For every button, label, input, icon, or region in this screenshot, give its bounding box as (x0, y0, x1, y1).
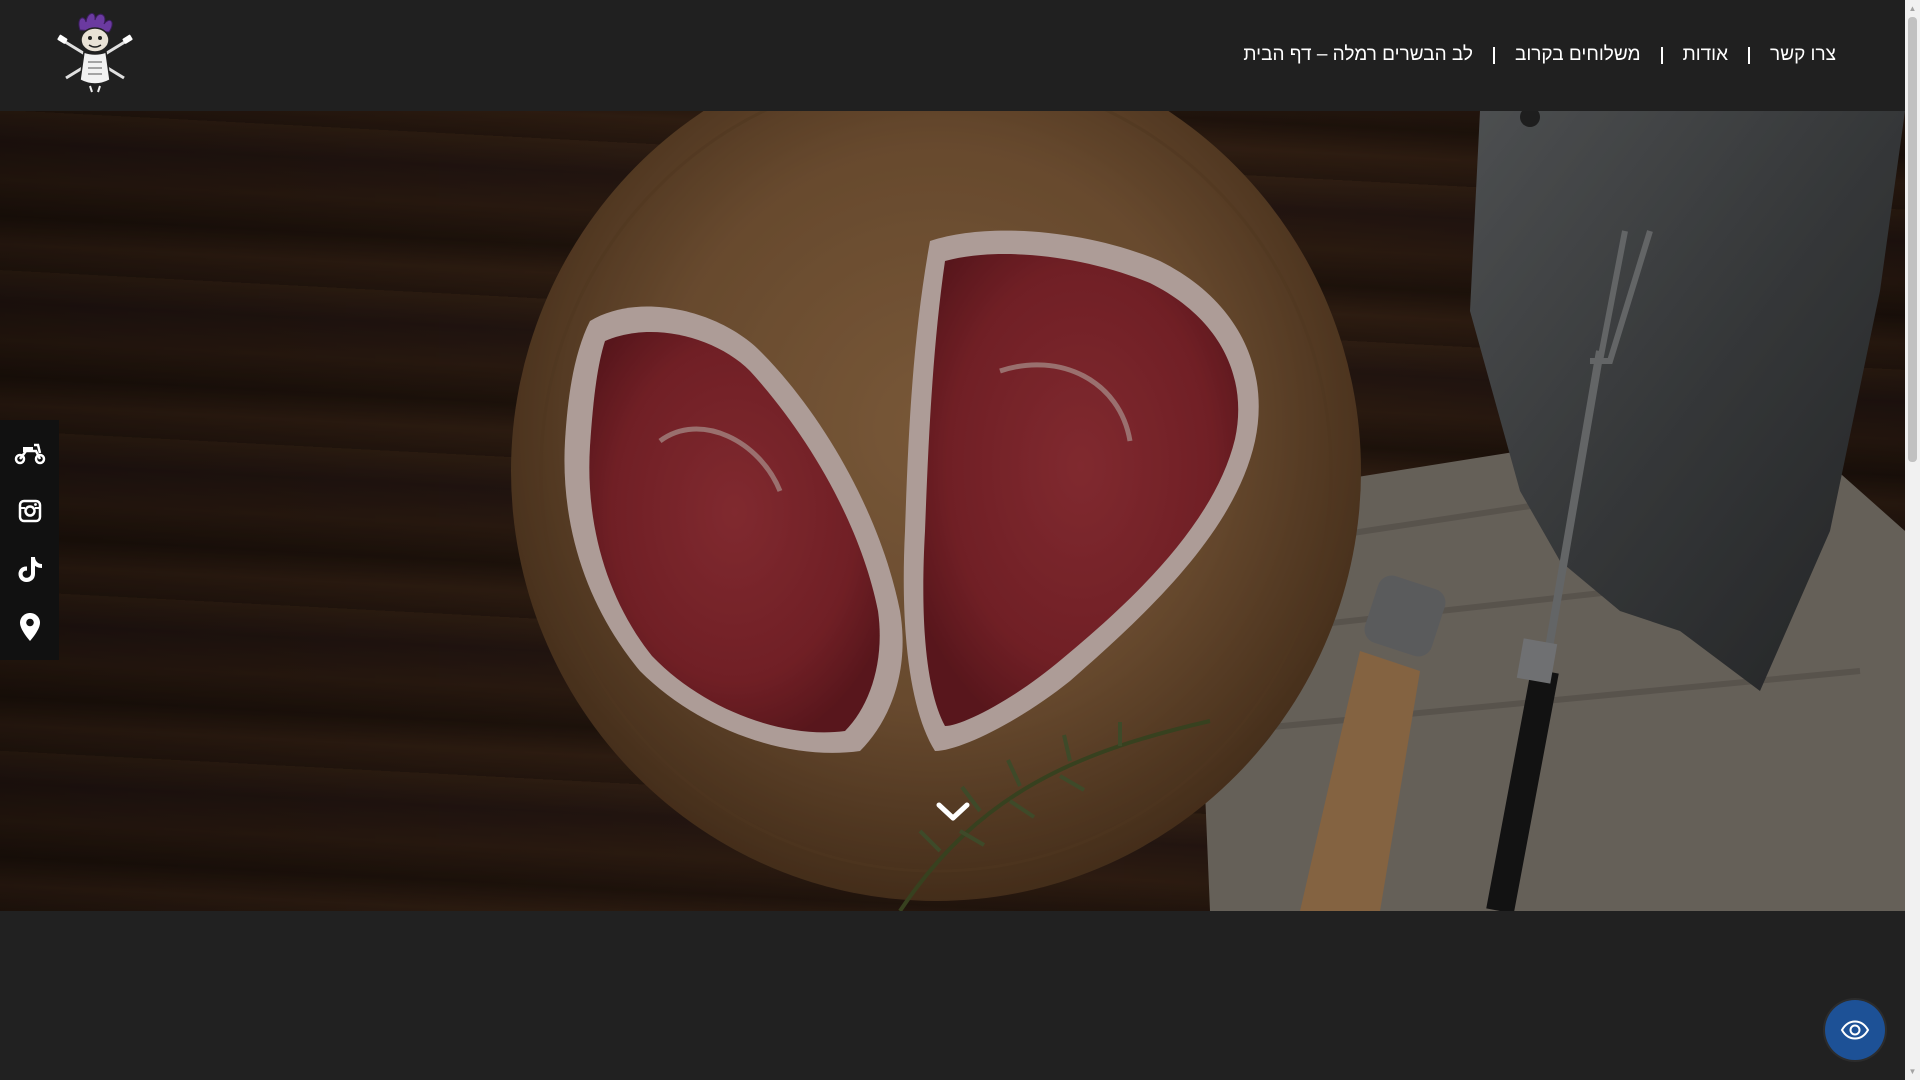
location-pin-icon[interactable] (0, 598, 59, 656)
scroll-up-icon[interactable]: ▲ (1905, 0, 1920, 17)
social-sidebar (0, 420, 59, 660)
instagram-icon[interactable] (0, 482, 59, 540)
accessibility-button[interactable] (1825, 1000, 1885, 1060)
nav-deliveries[interactable]: משלוחים בקרוב (1495, 38, 1661, 72)
scroll-down-icon[interactable]: ▼ (1905, 1063, 1920, 1080)
scrollbar-thumb[interactable] (1908, 17, 1917, 462)
main-nav: לב הבשרים רמלה – דף הבית משלוחים בקרוב א… (1223, 38, 1856, 72)
scooter-delivery-icon[interactable] (0, 424, 59, 482)
site-header: לב הבשרים רמלה – דף הבית משלוחים בקרוב א… (0, 0, 1905, 111)
nav-home[interactable]: לב הבשרים רמלה – דף הבית (1223, 38, 1493, 72)
nav-about[interactable]: אודות (1663, 38, 1748, 72)
nav-divider (1660, 46, 1663, 64)
nav-contact[interactable]: צרו קשר (1750, 38, 1856, 72)
hero-banner (0, 111, 1905, 911)
hero-dark-overlay (0, 111, 1905, 911)
page-scrollbar[interactable]: ▲ ▼ (1905, 0, 1920, 1080)
logo-graphic (57, 13, 133, 93)
chevron-down-icon[interactable] (936, 801, 970, 823)
nav-divider (1492, 46, 1495, 64)
tiktok-icon[interactable] (0, 540, 59, 598)
content-area (0, 911, 1905, 1080)
page-viewport: לב הבשרים רמלה – דף הבית משלוחים בקרוב א… (0, 0, 1905, 1080)
eye-icon (1840, 1020, 1870, 1040)
nav-divider (1748, 46, 1751, 64)
chef-mascot-logo[interactable] (54, 10, 136, 94)
